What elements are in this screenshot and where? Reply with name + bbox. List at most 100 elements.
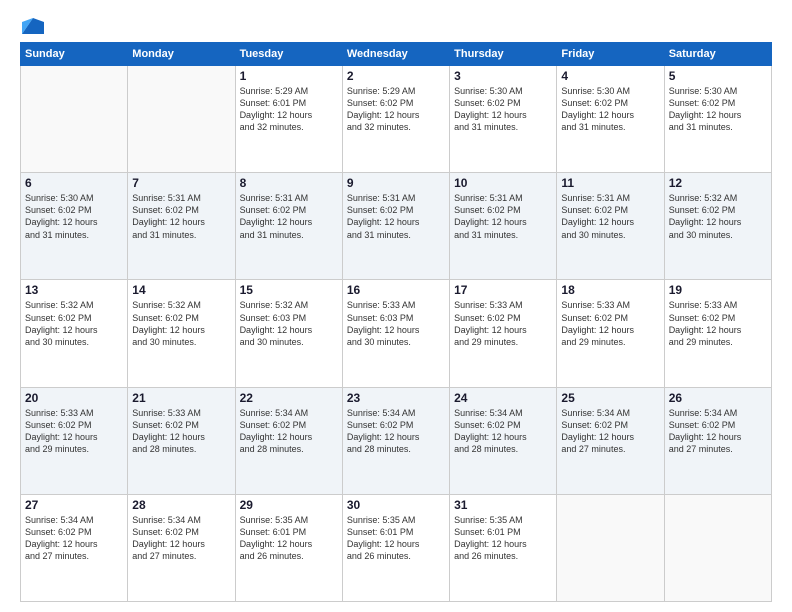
day-number: 5 [669,69,767,83]
calendar-cell: 25 Sunrise: 5:34 AM Sunset: 6:02 PM Dayli… [557,387,664,494]
day-number: 19 [669,283,767,297]
day-number: 14 [132,283,230,297]
calendar-cell: 29 Sunrise: 5:35 AM Sunset: 6:01 PM Dayli… [235,494,342,601]
day-info: Sunrise: 5:34 AM Sunset: 6:02 PM Dayligh… [454,407,552,456]
day-info: Sunrise: 5:34 AM Sunset: 6:02 PM Dayligh… [347,407,445,456]
weekday-header-row: SundayMondayTuesdayWednesdayThursdayFrid… [21,43,772,66]
calendar-cell: 14 Sunrise: 5:32 AM Sunset: 6:02 PM Dayli… [128,280,235,387]
calendar-cell: 21Sunrise: 5:33 AM Sunset: 6:02 PM Dayli… [128,387,235,494]
day-info: Sunrise: 5:32 AM Sunset: 6:03 PM Dayligh… [240,299,338,348]
day-info: Sunrise: 5:29 AM Sunset: 6:01 PM Dayligh… [240,85,338,134]
calendar-cell: 10Sunrise: 5:31 AM Sunset: 6:02 PM Dayli… [450,173,557,280]
day-number: 24 [454,391,552,405]
day-number: 1 [240,69,338,83]
day-number: 8 [240,176,338,190]
weekday-header-sunday: Sunday [21,43,128,66]
page: SundayMondayTuesdayWednesdayThursdayFrid… [0,0,792,612]
calendar-cell: 2 Sunrise: 5:29 AM Sunset: 6:02 PM Daylig… [342,66,449,173]
calendar-cell: 8Sunrise: 5:31 AM Sunset: 6:02 PM Daylig… [235,173,342,280]
day-number: 25 [561,391,659,405]
day-number: 17 [454,283,552,297]
day-info: Sunrise: 5:33 AM Sunset: 6:02 PM Dayligh… [25,407,123,456]
calendar-cell [21,66,128,173]
day-info: Sunrise: 5:33 AM Sunset: 6:02 PM Dayligh… [454,299,552,348]
calendar-cell [664,494,771,601]
day-number: 20 [25,391,123,405]
day-number: 12 [669,176,767,190]
day-info: Sunrise: 5:29 AM Sunset: 6:02 PM Dayligh… [347,85,445,134]
calendar-cell [557,494,664,601]
weekday-header-thursday: Thursday [450,43,557,66]
day-number: 6 [25,176,123,190]
day-info: Sunrise: 5:35 AM Sunset: 6:01 PM Dayligh… [454,514,552,563]
day-info: Sunrise: 5:33 AM Sunset: 6:02 PM Dayligh… [561,299,659,348]
calendar-cell: 11Sunrise: 5:31 AM Sunset: 6:02 PM Dayli… [557,173,664,280]
calendar-cell: 1 Sunrise: 5:29 AM Sunset: 6:01 PM Daylig… [235,66,342,173]
day-info: Sunrise: 5:32 AM Sunset: 6:02 PM Dayligh… [132,299,230,348]
logo-icon [22,18,44,34]
day-number: 29 [240,498,338,512]
calendar-cell: 16 Sunrise: 5:33 AM Sunset: 6:03 PM Dayli… [342,280,449,387]
calendar-week-row: 27 Sunrise: 5:34 AM Sunset: 6:02 PM Dayli… [21,494,772,601]
day-number: 4 [561,69,659,83]
calendar-cell: 23 Sunrise: 5:34 AM Sunset: 6:02 PM Dayli… [342,387,449,494]
calendar-cell: 24 Sunrise: 5:34 AM Sunset: 6:02 PM Dayli… [450,387,557,494]
day-info: Sunrise: 5:34 AM Sunset: 6:02 PM Dayligh… [561,407,659,456]
calendar-cell: 31 Sunrise: 5:35 AM Sunset: 6:01 PM Dayli… [450,494,557,601]
weekday-header-tuesday: Tuesday [235,43,342,66]
day-info: Sunrise: 5:30 AM Sunset: 6:02 PM Dayligh… [669,85,767,134]
day-number: 23 [347,391,445,405]
calendar-week-row: 13 Sunrise: 5:32 AM Sunset: 6:02 PM Dayli… [21,280,772,387]
day-number: 18 [561,283,659,297]
day-number: 31 [454,498,552,512]
calendar-cell: 22 Sunrise: 5:34 AM Sunset: 6:02 PM Dayli… [235,387,342,494]
day-info: Sunrise: 5:30 AM Sunset: 6:02 PM Dayligh… [561,85,659,134]
day-number: 28 [132,498,230,512]
calendar-cell: 20 Sunrise: 5:33 AM Sunset: 6:02 PM Dayli… [21,387,128,494]
calendar-week-row: 6 Sunrise: 5:30 AM Sunset: 6:02 PM Daylig… [21,173,772,280]
day-number: 3 [454,69,552,83]
calendar-cell: 19 Sunrise: 5:33 AM Sunset: 6:02 PM Dayli… [664,280,771,387]
day-number: 16 [347,283,445,297]
calendar-cell: 13Sunrise: 5:32 AM Sunset: 6:02 PM Dayli… [21,280,128,387]
calendar-table: SundayMondayTuesdayWednesdayThursdayFrid… [20,42,772,602]
day-number: 15 [240,283,338,297]
calendar-cell: 30Sunrise: 5:35 AM Sunset: 6:01 PM Dayli… [342,494,449,601]
weekday-header-friday: Friday [557,43,664,66]
calendar-cell [128,66,235,173]
day-info: Sunrise: 5:34 AM Sunset: 6:02 PM Dayligh… [132,514,230,563]
day-number: 22 [240,391,338,405]
day-info: Sunrise: 5:34 AM Sunset: 6:02 PM Dayligh… [669,407,767,456]
header [20,18,772,34]
day-info: Sunrise: 5:30 AM Sunset: 6:02 PM Dayligh… [25,192,123,241]
day-info: Sunrise: 5:31 AM Sunset: 6:02 PM Dayligh… [454,192,552,241]
day-number: 27 [25,498,123,512]
calendar-cell: 3Sunrise: 5:30 AM Sunset: 6:02 PM Daylig… [450,66,557,173]
day-info: Sunrise: 5:33 AM Sunset: 6:02 PM Dayligh… [132,407,230,456]
calendar-cell: 5 Sunrise: 5:30 AM Sunset: 6:02 PM Daylig… [664,66,771,173]
day-info: Sunrise: 5:34 AM Sunset: 6:02 PM Dayligh… [25,514,123,563]
day-number: 13 [25,283,123,297]
calendar-cell: 7 Sunrise: 5:31 AM Sunset: 6:02 PM Daylig… [128,173,235,280]
calendar-week-row: 20 Sunrise: 5:33 AM Sunset: 6:02 PM Dayli… [21,387,772,494]
day-info: Sunrise: 5:35 AM Sunset: 6:01 PM Dayligh… [240,514,338,563]
day-number: 2 [347,69,445,83]
calendar-cell: 6 Sunrise: 5:30 AM Sunset: 6:02 PM Daylig… [21,173,128,280]
day-info: Sunrise: 5:31 AM Sunset: 6:02 PM Dayligh… [347,192,445,241]
day-number: 7 [132,176,230,190]
calendar-cell: 26 Sunrise: 5:34 AM Sunset: 6:02 PM Dayli… [664,387,771,494]
calendar-cell: 18 Sunrise: 5:33 AM Sunset: 6:02 PM Dayli… [557,280,664,387]
day-info: Sunrise: 5:32 AM Sunset: 6:02 PM Dayligh… [669,192,767,241]
day-info: Sunrise: 5:33 AM Sunset: 6:02 PM Dayligh… [669,299,767,348]
day-info: Sunrise: 5:33 AM Sunset: 6:03 PM Dayligh… [347,299,445,348]
logo [20,18,44,34]
calendar-cell: 27 Sunrise: 5:34 AM Sunset: 6:02 PM Dayli… [21,494,128,601]
day-number: 26 [669,391,767,405]
day-info: Sunrise: 5:31 AM Sunset: 6:02 PM Dayligh… [561,192,659,241]
day-info: Sunrise: 5:31 AM Sunset: 6:02 PM Dayligh… [132,192,230,241]
weekday-header-monday: Monday [128,43,235,66]
calendar-cell: 17 Sunrise: 5:33 AM Sunset: 6:02 PM Dayli… [450,280,557,387]
weekday-header-wednesday: Wednesday [342,43,449,66]
day-info: Sunrise: 5:34 AM Sunset: 6:02 PM Dayligh… [240,407,338,456]
day-info: Sunrise: 5:35 AM Sunset: 6:01 PM Dayligh… [347,514,445,563]
